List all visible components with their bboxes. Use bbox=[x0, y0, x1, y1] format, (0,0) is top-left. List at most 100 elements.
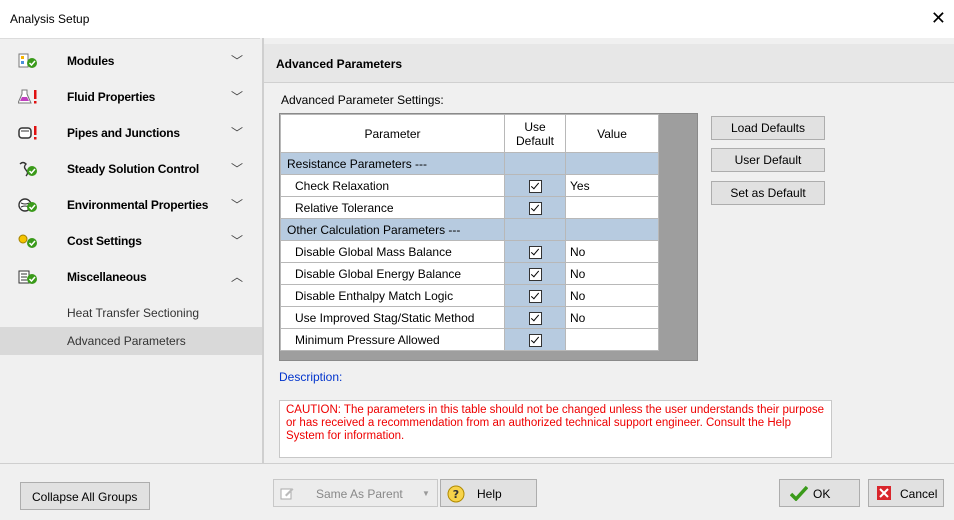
sidebar-group-fluid-properties[interactable]: Fluid Properties ﹀ bbox=[0, 79, 260, 115]
section-cell bbox=[565, 218, 659, 241]
collapse-all-groups-button[interactable]: Collapse All Groups bbox=[20, 482, 150, 510]
table-row[interactable]: Relative Tolerance bbox=[280, 196, 659, 219]
caution-text: CAUTION: The parameters in this table sh… bbox=[279, 400, 832, 458]
fluid-flask-icon bbox=[18, 89, 37, 104]
same-as-parent-dropdown[interactable]: Same As Parent ▼ bbox=[273, 479, 438, 507]
page-title: Advanced Parameters bbox=[276, 57, 403, 71]
cost-icon bbox=[18, 234, 37, 248]
chevron-down-icon[interactable]: ﹀ bbox=[231, 160, 243, 177]
pipe-icon bbox=[18, 126, 37, 140]
chevron-down-icon[interactable]: ﹀ bbox=[231, 196, 243, 213]
column-header-parameter[interactable]: Parameter bbox=[280, 114, 505, 153]
column-header-line: Use bbox=[524, 119, 546, 134]
sidebar-group-label: Steady Solution Control bbox=[67, 162, 200, 176]
parameter-name: Disable Global Mass Balance bbox=[280, 240, 505, 263]
sidebar-group-environmental-properties[interactable]: Environmental Properties ﹀ bbox=[0, 187, 260, 223]
set-as-default-button[interactable]: Set as Default bbox=[711, 181, 825, 205]
use-default-checkbox[interactable] bbox=[528, 311, 542, 325]
ok-button[interactable]: OK bbox=[779, 479, 860, 507]
use-default-checkbox[interactable] bbox=[528, 201, 542, 215]
use-default-cell bbox=[504, 240, 566, 263]
table-row[interactable]: Check Relaxation Yes bbox=[280, 174, 659, 197]
value-cell[interactable]: No bbox=[565, 240, 659, 263]
section-title: Other Calculation Parameters --- bbox=[280, 218, 505, 241]
sidebar-group-label: Environmental Properties bbox=[67, 198, 209, 212]
value-cell[interactable]: Yes bbox=[565, 174, 659, 197]
use-default-checkbox[interactable] bbox=[528, 179, 542, 193]
column-header-line: Default bbox=[515, 133, 555, 148]
chevron-down-icon[interactable]: ﹀ bbox=[231, 88, 243, 105]
sidebar-item-heat-transfer-sectioning[interactable]: Heat Transfer Sectioning bbox=[0, 299, 262, 327]
help-icon: ? bbox=[447, 485, 465, 503]
button-label: OK bbox=[813, 487, 831, 501]
use-default-cell bbox=[504, 174, 566, 197]
table-header-row: Parameter Use Default Value bbox=[280, 114, 659, 153]
sidebar-group-steady-solution-control[interactable]: Steady Solution Control ﹀ bbox=[0, 151, 260, 187]
value-cell[interactable]: No bbox=[565, 306, 659, 329]
section-title: Resistance Parameters --- bbox=[280, 152, 505, 175]
section-cell bbox=[504, 218, 566, 241]
value-cell[interactable]: No bbox=[565, 262, 659, 285]
chevron-down-icon[interactable]: ﹀ bbox=[231, 124, 243, 141]
help-button[interactable]: ? Help bbox=[440, 479, 537, 507]
sidebar-group-label: Modules bbox=[67, 54, 115, 68]
use-default-checkbox[interactable] bbox=[528, 289, 542, 303]
button-label: Same As Parent bbox=[316, 487, 403, 501]
checkmark-icon bbox=[790, 485, 808, 501]
parameter-name: Use Improved Stag/Static Method bbox=[280, 306, 505, 329]
column-header-value[interactable]: Value bbox=[565, 114, 659, 153]
use-default-cell bbox=[504, 262, 566, 285]
cancel-button[interactable]: Cancel bbox=[868, 479, 944, 507]
button-label: Help bbox=[477, 487, 502, 501]
use-default-cell bbox=[504, 328, 566, 351]
use-default-cell bbox=[504, 306, 566, 329]
table-row[interactable]: Disable Global Energy Balance No bbox=[280, 262, 659, 285]
parameter-name: Minimum Pressure Allowed bbox=[280, 328, 505, 351]
sidebar-group-pipes-and-junctions[interactable]: Pipes and Junctions ﹀ bbox=[0, 115, 260, 151]
environment-icon bbox=[18, 198, 37, 212]
parameter-name: Check Relaxation bbox=[280, 174, 505, 197]
miscellaneous-icon bbox=[18, 270, 37, 284]
panel-divider[interactable] bbox=[262, 38, 264, 463]
close-icon[interactable]: ✕ bbox=[931, 8, 946, 29]
use-default-cell bbox=[504, 284, 566, 307]
use-default-checkbox[interactable] bbox=[528, 333, 542, 347]
value-cell[interactable] bbox=[565, 328, 659, 351]
edit-icon bbox=[280, 488, 294, 500]
parameter-name: Disable Enthalpy Match Logic bbox=[280, 284, 505, 307]
table-row[interactable]: Disable Enthalpy Match Logic No bbox=[280, 284, 659, 307]
parameter-name: Disable Global Energy Balance bbox=[280, 262, 505, 285]
sidebar-group-modules[interactable]: Modules ﹀ bbox=[0, 43, 260, 79]
value-cell[interactable]: No bbox=[565, 284, 659, 307]
chevron-up-icon[interactable]: ︿ bbox=[231, 268, 243, 285]
footer-bar: Collapse All Groups Same As Parent ▼ ? H… bbox=[0, 463, 954, 520]
section-row: Resistance Parameters --- bbox=[280, 152, 659, 175]
user-default-button[interactable]: User Default bbox=[711, 148, 825, 172]
panel-header: Advanced Parameters bbox=[264, 44, 954, 83]
column-header-use-default[interactable]: Use Default bbox=[504, 114, 566, 153]
load-defaults-button[interactable]: Load Defaults bbox=[711, 116, 825, 140]
modules-icon bbox=[18, 53, 37, 68]
table-row[interactable]: Minimum Pressure Allowed bbox=[280, 328, 659, 351]
description-label: Description: bbox=[279, 370, 343, 384]
settings-label: Advanced Parameter Settings: bbox=[281, 93, 444, 107]
chevron-down-icon[interactable]: ﹀ bbox=[231, 232, 243, 249]
parameter-name: Relative Tolerance bbox=[280, 196, 505, 219]
value-cell[interactable] bbox=[565, 196, 659, 219]
dropdown-arrow-icon: ▼ bbox=[422, 489, 430, 498]
sidebar-item-advanced-parameters[interactable]: Advanced Parameters bbox=[0, 327, 262, 355]
cancel-x-icon bbox=[877, 486, 891, 500]
section-cell bbox=[565, 152, 659, 175]
window-title: Analysis Setup bbox=[10, 12, 90, 26]
parameters-table: Parameter Use Default Value Resistance P… bbox=[280, 114, 659, 351]
use-default-cell bbox=[504, 196, 566, 219]
chevron-down-icon[interactable]: ﹀ bbox=[231, 52, 243, 69]
use-default-checkbox[interactable] bbox=[528, 245, 542, 259]
table-row[interactable]: Disable Global Mass Balance No bbox=[280, 240, 659, 263]
sidebar-group-miscellaneous[interactable]: Miscellaneous ︿ bbox=[0, 259, 260, 295]
use-default-checkbox[interactable] bbox=[528, 267, 542, 281]
advanced-parameters-grid: Parameter Use Default Value Resistance P… bbox=[279, 113, 698, 361]
sidebar-group-cost-settings[interactable]: Cost Settings ﹀ bbox=[0, 223, 260, 259]
table-row[interactable]: Use Improved Stag/Static Method No bbox=[280, 306, 659, 329]
sidebar: Modules ﹀ Fluid Properties ﹀ Pipes and J… bbox=[0, 38, 262, 464]
